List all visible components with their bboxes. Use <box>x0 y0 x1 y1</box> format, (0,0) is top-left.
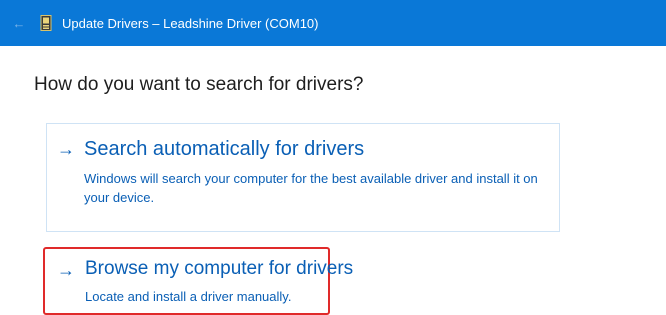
arrow-right-icon: → <box>57 260 75 280</box>
title-bar: ← Update Drivers – Leadshine Driver (COM… <box>0 0 666 46</box>
browse-computer-option[interactable]: → Browse my computer for drivers Locate … <box>43 247 353 315</box>
page-heading: How do you want to search for drivers? <box>34 74 364 95</box>
device-driver-icon <box>40 15 52 31</box>
window-title: Update Drivers – Leadshine Driver (COM10… <box>62 15 319 31</box>
search-automatically-option[interactable]: → Search automatically for drivers Windo… <box>46 123 560 232</box>
option-title: Browse my computer for drivers <box>85 258 354 279</box>
arrow-right-icon: → <box>57 139 75 159</box>
option-description: Locate and install a driver manually. <box>85 289 292 304</box>
option-description: Windows will search your computer for th… <box>84 171 538 205</box>
back-arrow-icon: ← <box>12 15 26 31</box>
option-title: Search automatically for drivers <box>84 138 365 160</box>
back-button[interactable]: ← <box>6 0 32 46</box>
